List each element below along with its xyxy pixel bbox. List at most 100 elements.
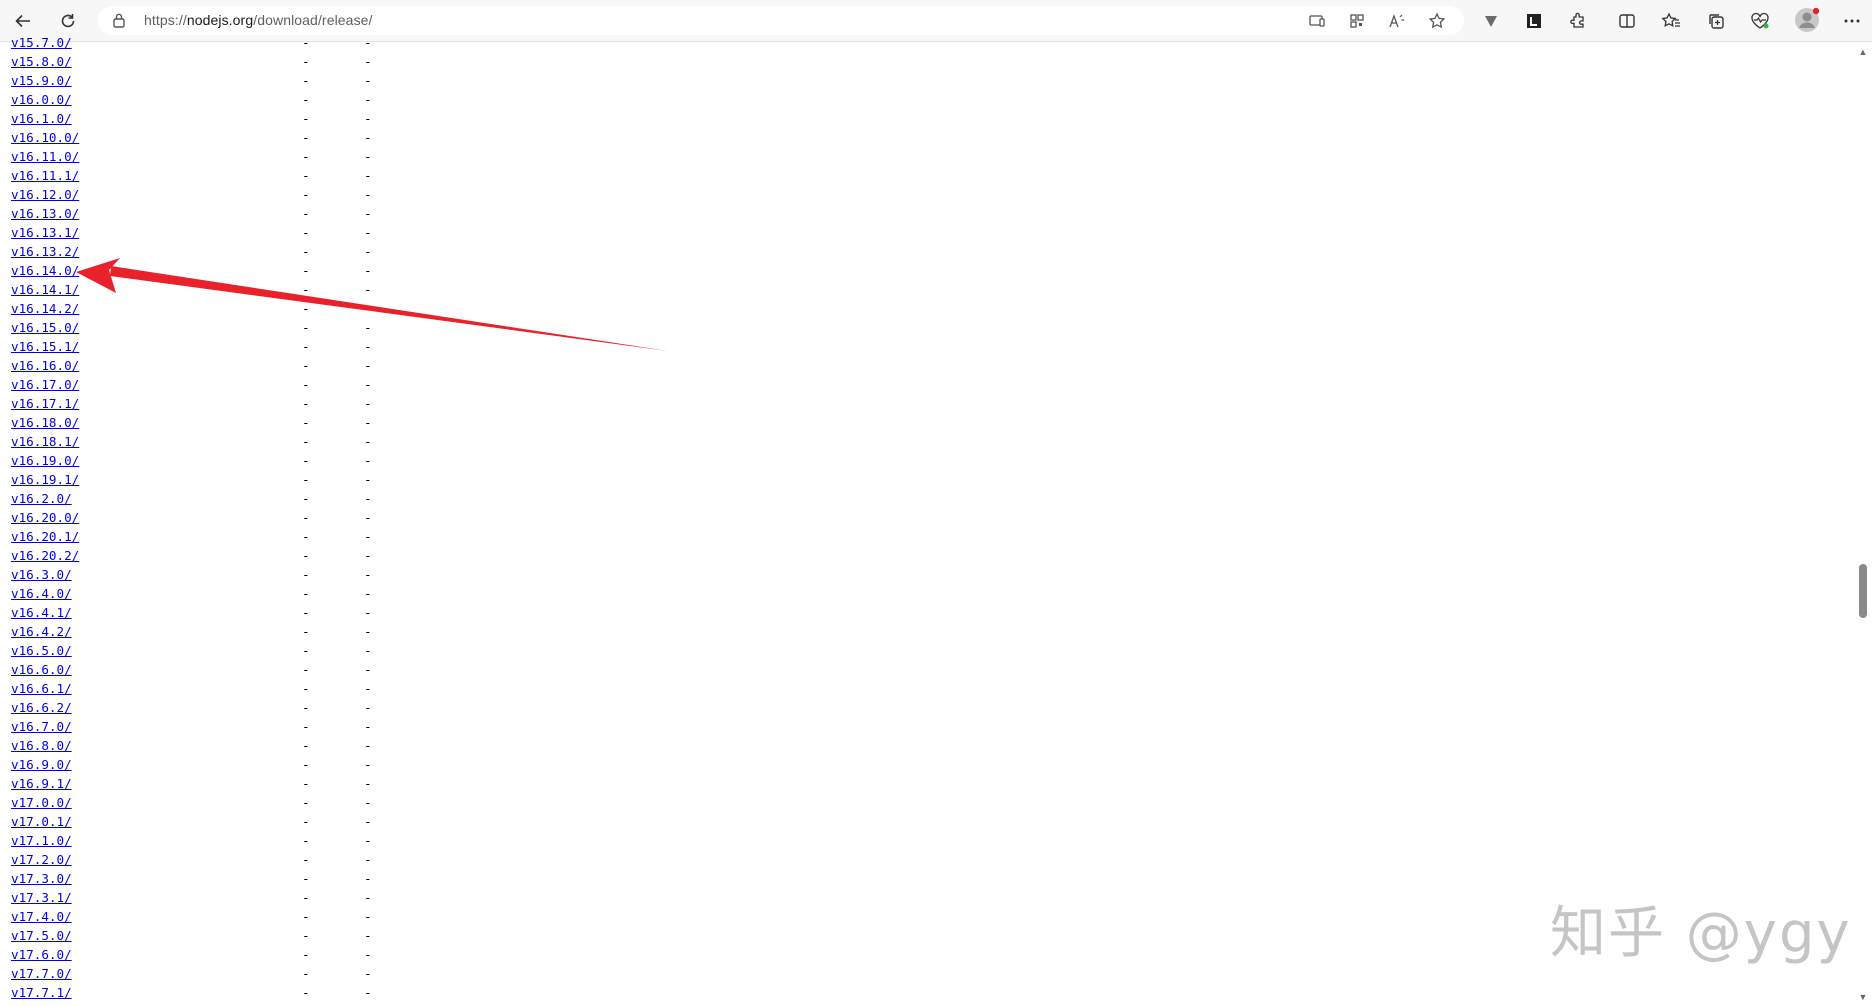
release-link[interactable]: v17.7.1/ [11,985,72,1000]
qr-code-icon[interactable] [1346,10,1368,32]
date-cell: - [302,548,310,563]
size-cell: - [364,54,372,69]
release-link[interactable]: v16.2.0/ [11,491,72,506]
release-link[interactable]: v16.20.2/ [11,548,79,563]
release-link[interactable]: v16.6.1/ [11,681,72,696]
release-link[interactable]: v16.19.1/ [11,472,79,487]
split-screen-icon[interactable] [1615,9,1639,33]
listing-row: v16.13.0/ - - [11,204,411,223]
star-icon[interactable] [1426,10,1448,32]
release-link[interactable]: v17.3.1/ [11,890,72,905]
size-cell: - [364,339,372,354]
release-link[interactable]: v16.6.0/ [11,662,72,677]
release-link[interactable]: v17.6.0/ [11,947,72,962]
listing-row: v16.9.1/ - - [11,774,411,793]
more-menu-icon[interactable] [1840,9,1864,33]
scrollbar-thumb[interactable] [1859,564,1867,618]
listing-row: v16.6.2/ - - [11,698,411,717]
listing-row: v16.14.1/ - - [11,280,411,299]
size-cell: - [364,206,372,221]
release-link[interactable]: v16.4.2/ [11,624,72,639]
release-link[interactable]: v16.14.2/ [11,301,79,316]
date-cell: - [302,130,310,145]
release-link[interactable]: v16.4.1/ [11,605,72,620]
release-link[interactable]: v16.18.0/ [11,415,79,430]
release-link[interactable]: v17.7.0/ [11,966,72,981]
release-link[interactable]: v16.13.2/ [11,244,79,259]
release-link[interactable]: v16.5.0/ [11,643,72,658]
address-bar[interactable]: https://nodejs.org/download/release/ [98,6,1464,35]
release-link[interactable]: v16.9.1/ [11,776,72,791]
scroll-down-arrow-icon[interactable]: ▼ [1857,992,1869,1002]
release-link[interactable]: v16.14.0/ [11,263,79,278]
size-cell: - [364,130,372,145]
collections-icon[interactable] [1704,9,1728,33]
heart-pulse-icon[interactable] [1748,9,1772,33]
url-text[interactable]: https://nodejs.org/download/release/ [144,12,373,28]
date-cell: - [302,985,310,1000]
scroll-up-arrow-icon[interactable]: ▲ [1857,47,1869,57]
release-link[interactable]: v16.7.0/ [11,719,72,734]
release-link[interactable]: v16.17.0/ [11,377,79,392]
release-link[interactable]: v16.4.0/ [11,586,72,601]
release-link[interactable]: v17.4.0/ [11,909,72,924]
release-link[interactable]: v16.13.0/ [11,206,79,221]
release-link[interactable]: v16.20.0/ [11,510,79,525]
release-link[interactable]: v16.3.0/ [11,567,72,582]
listing-row: v16.10.0/ - - [11,128,411,147]
release-link[interactable]: v16.17.1/ [11,396,79,411]
release-link[interactable]: v16.16.0/ [11,358,79,373]
release-link[interactable]: v16.14.1/ [11,282,79,297]
release-link[interactable]: v17.2.0/ [11,852,72,867]
release-link[interactable]: v16.19.0/ [11,453,79,468]
favorites-icon[interactable] [1659,9,1683,33]
back-arrow-icon[interactable] [11,9,35,33]
release-link[interactable]: v17.0.1/ [11,814,72,829]
release-link[interactable]: v16.6.2/ [11,700,72,715]
release-link[interactable]: v17.5.0/ [11,928,72,943]
release-link[interactable]: v16.1.0/ [11,111,72,126]
release-link[interactable]: v16.10.0/ [11,130,79,145]
release-link[interactable]: v16.8.0/ [11,738,72,753]
date-cell: - [302,624,310,639]
size-cell: - [364,225,372,240]
date-cell: - [302,529,310,544]
listing-row: v16.19.0/ - - [11,451,411,470]
size-cell: - [364,510,372,525]
listing-row: v16.19.1/ - - [11,470,411,489]
reload-icon[interactable] [56,9,80,33]
read-aloud-icon[interactable] [1386,10,1408,32]
size-cell: - [364,187,372,202]
release-link[interactable]: v17.1.0/ [11,833,72,848]
release-link[interactable]: v17.0.0/ [11,795,72,810]
release-link[interactable]: v16.0.0/ [11,92,72,107]
extension-l-icon[interactable] [1522,9,1546,33]
listing-row: v16.3.0/ - - [11,565,411,584]
release-link[interactable]: v16.20.1/ [11,529,79,544]
release-link[interactable]: v15.7.0/ [11,35,72,50]
profile-avatar-icon[interactable] [1794,7,1820,33]
vertical-scrollbar[interactable]: ▲ ▼ [1854,44,1872,1006]
extension-v-icon[interactable] [1479,9,1503,33]
release-link[interactable]: v16.13.1/ [11,225,79,240]
release-link[interactable]: v16.11.1/ [11,168,79,183]
release-link[interactable]: v17.3.0/ [11,871,72,886]
app-available-icon[interactable] [1306,10,1328,32]
listing-row: v17.0.0/ - - [11,793,411,812]
puzzle-icon[interactable] [1566,9,1590,33]
date-cell: - [302,776,310,791]
release-link[interactable]: v16.11.0/ [11,149,79,164]
release-link[interactable]: v15.8.0/ [11,54,72,69]
release-link[interactable]: v16.9.0/ [11,757,72,772]
date-cell: - [302,814,310,829]
release-link[interactable]: v16.15.1/ [11,339,79,354]
listing-row: v16.0.0/ - - [11,90,411,109]
date-cell: - [302,966,310,981]
lock-icon[interactable] [112,12,126,33]
release-link[interactable]: v16.12.0/ [11,187,79,202]
release-link[interactable]: v16.18.1/ [11,434,79,449]
size-cell: - [364,529,372,544]
date-cell: - [302,757,310,772]
release-link[interactable]: v16.15.0/ [11,320,79,335]
release-link[interactable]: v15.9.0/ [11,73,72,88]
